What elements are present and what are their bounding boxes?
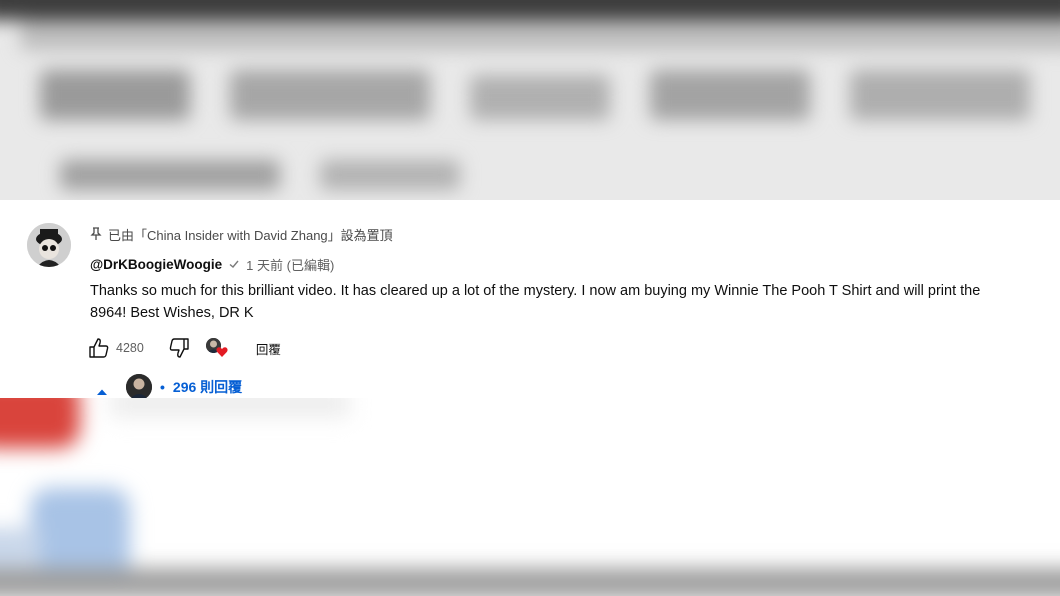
comment-text: Thanks so much for this brilliant video.… xyxy=(90,283,981,321)
comment-author[interactable]: @DrKBoogieWoogie xyxy=(90,257,222,272)
view-replies-toggle[interactable]: • 296 則回覆 xyxy=(96,374,242,400)
separator-dot: • xyxy=(160,379,165,395)
creator-heart xyxy=(205,338,228,358)
pinned-text: 已由「China Insider with David Zhang」設為置頂 xyxy=(108,227,393,243)
like-button[interactable] xyxy=(88,337,110,359)
like-count: 4280 xyxy=(116,341,144,355)
checkmark-icon xyxy=(228,258,240,270)
reply-button[interactable]: 回覆 xyxy=(256,339,281,358)
dislike-button[interactable] xyxy=(168,337,190,359)
comment-header: @DrKBoogieWoogie 1 天前 (已編輯) xyxy=(90,255,334,273)
commenter-avatar[interactable] xyxy=(27,223,71,267)
replies-count[interactable]: 296 則回覆 xyxy=(173,377,242,397)
heart-icon xyxy=(216,345,228,357)
blurred-background-top xyxy=(0,0,1060,200)
caret-up-icon xyxy=(96,383,108,395)
blurred-background-bottom xyxy=(0,398,1060,596)
pinned-label: 已由「China Insider with David Zhang」設為置頂 xyxy=(90,225,393,243)
comment-actions: 4280 回覆 xyxy=(88,336,281,360)
pin-icon xyxy=(90,227,102,241)
creator-reply-avatar xyxy=(126,374,152,400)
comment-time[interactable]: 1 天前 (已編輯) xyxy=(246,255,334,274)
